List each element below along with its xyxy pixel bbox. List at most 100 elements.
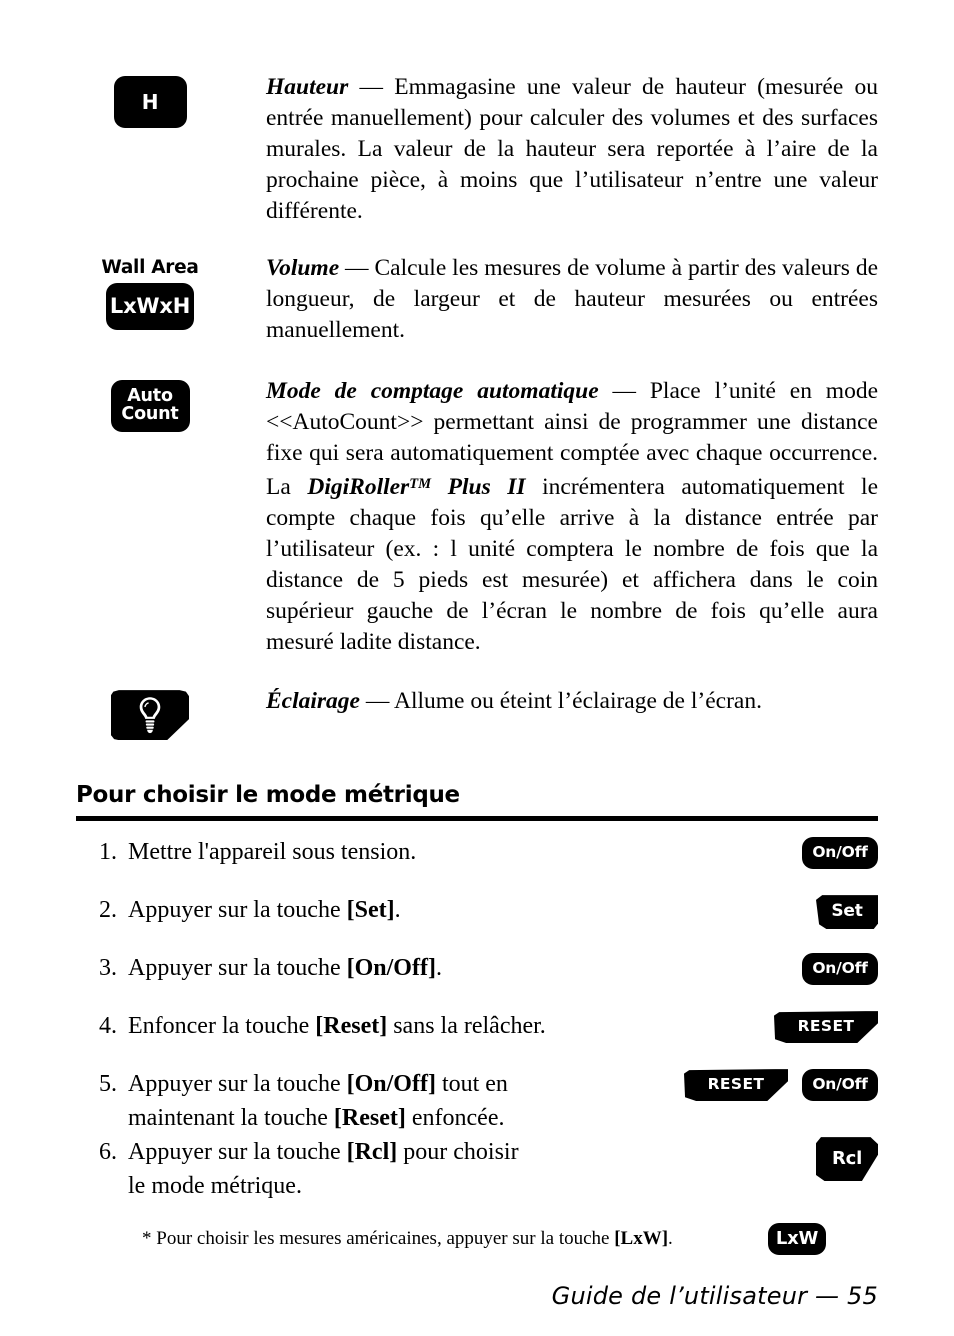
step-item-1: 1. Mettre l'appareil sous tension. On/Of…	[76, 835, 878, 893]
step-text-run: Mettre l'appareil sous tension.	[128, 839, 417, 866]
text-column: Hauteur — Emmagasine une valeur de haute…	[266, 72, 878, 241]
step-text-run: enfoncée.	[405, 1105, 505, 1132]
key-column: Wall Area LxWxH	[76, 253, 266, 330]
step-item-4: 4. Enfoncer la touche [Reset] sans la re…	[76, 1009, 878, 1067]
step-number: 5.	[99, 1071, 117, 1098]
brand-suffix: Plus II	[431, 474, 526, 501]
footnote-key-ref: [LxW]	[614, 1228, 669, 1250]
step-text: Enfoncer la touche [Reset] sans la relâc…	[128, 1009, 618, 1043]
step-text-key-ref: [On/Off]	[346, 1071, 436, 1098]
paragraph-eclairage: Éclairage — Allume ou éteint l’éclairage…	[266, 686, 878, 717]
step-text-key-ref: [Reset]	[333, 1105, 406, 1132]
footnote-text: * Pour choisir les mesures américaines, …	[76, 1226, 768, 1252]
feature-row-eclairage: Éclairage — Allume ou éteint l’éclairage…	[76, 686, 878, 741]
footnote-suffix: .	[668, 1228, 673, 1250]
step-number: 4.	[99, 1013, 117, 1040]
step-number: 3.	[99, 955, 117, 982]
step-text: Appuyer sur la touche [On/Off] tout en ma…	[128, 1067, 618, 1135]
brand-name: DigiRollerTM Plus II	[307, 474, 525, 500]
step-text-run: maintenant la touche	[128, 1105, 334, 1132]
brand-digiroller: DigiRoller	[307, 474, 410, 501]
footnote-row: * Pour choisir les mesures américaines, …	[76, 1223, 878, 1256]
step-text-run: Appuyer sur la touche	[128, 1139, 347, 1166]
step-text-key-ref: [Rcl]	[346, 1139, 398, 1166]
term-volume: Volume	[266, 255, 340, 281]
paragraph-auto-count: Mode de comptage automatique — Place l’u…	[266, 376, 878, 658]
paragraph-hauteur: Hauteur — Emmagasine une valeur de haute…	[266, 72, 878, 227]
document-page: H Hauteur — Emmagasine une valeur de hau…	[0, 0, 954, 1336]
feature-row-volume: Wall Area LxWxH Volume — Calcule les mes…	[76, 253, 878, 360]
key-auto-count[interactable]: Auto Count	[110, 380, 190, 432]
step-item-3: 3. Appuyer sur la touche [On/Off]. On/Of…	[76, 951, 878, 1009]
step-number: 6.	[99, 1139, 117, 1166]
term-auto-count: Mode de comptage automatique	[266, 378, 599, 404]
step-text-key-ref: [Set]	[346, 897, 395, 924]
step-number: 2.	[99, 897, 117, 924]
step-text-run: le mode métrique.	[128, 1173, 302, 1200]
step-text: Appuyer sur la touche [On/Off].	[128, 951, 618, 985]
key-reset[interactable]: RESET	[774, 1011, 878, 1044]
text-column: Éclairage — Allume ou éteint l’éclairage…	[266, 686, 878, 717]
section-metric-mode: Pour choisir le mode métrique 1. Mettre …	[76, 782, 878, 1256]
page-footer: Guide de l’utilisateur — 55	[551, 1282, 878, 1310]
step-text: Appuyer sur la touche [Rcl] pour choisir…	[128, 1135, 618, 1203]
key-column	[76, 686, 266, 741]
step-text-run: .	[394, 897, 401, 924]
term-hauteur: Hauteur	[266, 74, 349, 100]
step-list: 1. Mettre l'appareil sous tension. On/Of…	[76, 835, 878, 1203]
step-keys: RESET	[618, 1009, 878, 1044]
key-lxw[interactable]: LxW	[768, 1223, 826, 1256]
key-on-off[interactable]: On/Off	[802, 1069, 878, 1102]
footnote-prefix: * Pour choisir les mesures américaines, …	[142, 1228, 615, 1250]
step-item-5: 5. Appuyer sur la touche [On/Off] tout e…	[76, 1067, 878, 1135]
trademark-symbol: TM	[409, 476, 432, 492]
key-wall-area[interactable]: LxWxH	[106, 283, 194, 330]
step-keys: On/Off	[618, 835, 878, 870]
feature-row-hauteur: H Hauteur — Emmagasine une valeur de hau…	[76, 72, 878, 241]
dash: —	[339, 255, 375, 281]
key-set[interactable]: Set	[816, 895, 878, 930]
key-light[interactable]	[111, 690, 189, 741]
step-text-run: Enfoncer la touche	[128, 1013, 316, 1040]
step-text-run: Appuyer sur la touche	[128, 897, 347, 924]
step-text-key-ref: [Reset]	[315, 1013, 388, 1040]
footnote-keys: LxW	[768, 1223, 878, 1256]
dash: —	[348, 74, 395, 100]
step-keys: Set	[618, 893, 878, 930]
key-rcl[interactable]: Rcl	[816, 1137, 878, 1182]
step-text-run: Appuyer sur la touche	[128, 1071, 347, 1098]
feature-list: H Hauteur — Emmagasine une valeur de hau…	[0, 0, 954, 741]
key-auto-count-line1: Auto	[127, 386, 173, 406]
key-reset[interactable]: RESET	[684, 1069, 788, 1102]
key-auto-count-line2: Count	[121, 403, 179, 424]
section-divider	[76, 816, 878, 822]
section-title: Pour choisir le mode métrique	[76, 782, 460, 809]
dash: —	[598, 378, 650, 404]
key-column: H	[76, 72, 266, 128]
step-number: 1.	[99, 839, 117, 866]
key-height[interactable]: H	[113, 76, 187, 128]
step-item-6: 6. Appuyer sur la touche [Rcl] pour choi…	[76, 1135, 878, 1203]
wall-area-label: Wall Area	[101, 257, 199, 278]
step-text-run: pour choisir	[397, 1139, 519, 1166]
term-eclairage: Éclairage	[266, 688, 360, 715]
step-text-run: sans la relâcher.	[387, 1013, 546, 1040]
step-text: Appuyer sur la touche [Set].	[128, 893, 618, 927]
dash: —	[360, 688, 394, 715]
key-on-off[interactable]: On/Off	[802, 837, 878, 870]
step-text-key-ref: [On/Off]	[346, 955, 436, 982]
auto-count-text-after-brand: incrémentera automatiquement le compte c…	[266, 474, 878, 656]
text-column: Volume — Calcule les mesures de volume à…	[266, 253, 878, 360]
step-keys: Rcl	[618, 1135, 878, 1182]
step-text: Mettre l'appareil sous tension.	[128, 835, 618, 869]
text-column: Mode de comptage automatique — Place l’u…	[266, 376, 878, 672]
key-column: Auto Count	[76, 376, 266, 432]
step-text-run: tout en	[435, 1071, 508, 1098]
step-keys: RESET On/Off	[618, 1067, 878, 1102]
step-keys: On/Off	[618, 951, 878, 986]
feature-row-auto-count: Auto Count Mode de comptage automatique …	[76, 376, 878, 672]
paragraph-volume: Volume — Calcule les mesures de volume à…	[266, 253, 878, 346]
lightbulb-icon	[139, 697, 161, 734]
paragraph-eclairage-text: Allume ou éteint l’éclairage de l’écran.	[393, 688, 762, 715]
key-on-off[interactable]: On/Off	[802, 953, 878, 986]
